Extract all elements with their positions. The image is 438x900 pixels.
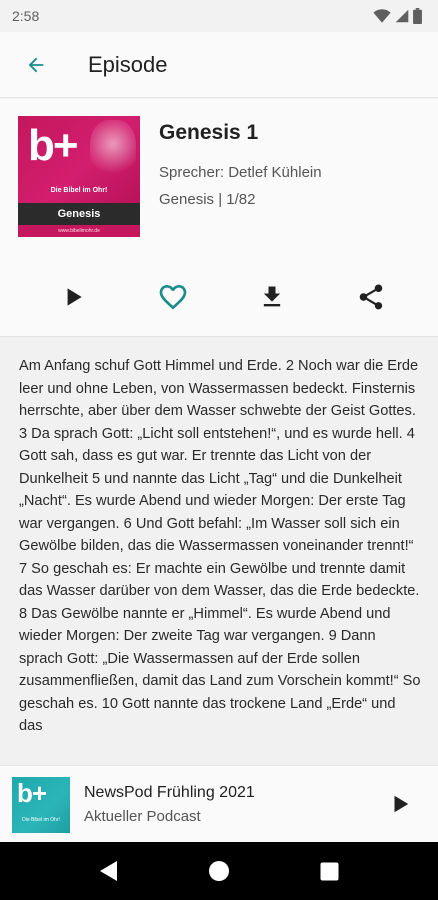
mini-player-play-button[interactable]: [384, 788, 416, 820]
back-triangle-icon: [100, 861, 117, 881]
play-icon: [394, 795, 409, 813]
download-button[interactable]: [252, 277, 292, 317]
mini-player-subtitle: Aktueller Podcast: [84, 808, 201, 825]
cover-footer: www.bibelimohr.de: [18, 225, 140, 237]
episode-header: b+ Die Bibel im Ohr! Genesis www.bibelim…: [0, 99, 438, 336]
share-icon: [359, 284, 383, 310]
mini-player-cover: b+ Die Bibel im Ohr!: [12, 777, 70, 833]
share-button[interactable]: [351, 277, 391, 317]
home-circle-icon: [209, 861, 229, 881]
status-time: 2:58: [12, 8, 40, 24]
mini-cover-subtitle: Die Bibel im Ohr!: [22, 817, 60, 823]
page-title: Episode: [88, 51, 168, 77]
wifi-icon: [373, 9, 391, 23]
episode-speaker: Sprecher: Detlef Kühlein: [159, 164, 322, 181]
cover-band-label: Genesis: [18, 203, 140, 225]
mini-cover-logo: b+: [17, 778, 47, 808]
status-bar: 2:58: [0, 0, 438, 32]
nav-back-button[interactable]: [94, 857, 124, 885]
nav-home-button[interactable]: [204, 857, 234, 885]
episode-cover-image: b+ Die Bibel im Ohr! Genesis www.bibelim…: [18, 116, 140, 237]
back-button[interactable]: [16, 45, 56, 85]
heart-outline-icon: [159, 285, 187, 310]
favorite-button[interactable]: [153, 277, 193, 317]
action-row: [0, 277, 438, 317]
play-icon: [67, 288, 82, 306]
system-nav-bar: [0, 842, 438, 900]
battery-icon: [413, 8, 422, 24]
episode-title: Genesis 1: [159, 121, 259, 144]
play-button[interactable]: [53, 277, 93, 317]
signal-icon: [395, 9, 409, 23]
mini-player[interactable]: b+ Die Bibel im Ohr! NewsPod Frühling 20…: [0, 765, 438, 842]
recents-square-icon: [320, 862, 338, 880]
download-icon: [263, 286, 281, 307]
cover-logo: b+: [28, 121, 79, 170]
app-bar: Episode: [0, 32, 438, 98]
mini-player-title: NewsPod Frühling 2021: [84, 784, 255, 801]
cover-subtitle: Die Bibel im Ohr!: [50, 187, 108, 194]
status-icons: [373, 8, 422, 24]
nav-recents-button[interactable]: [314, 857, 344, 885]
arrow-back-icon: [28, 57, 44, 72]
episode-meta: Genesis | 1/82: [159, 191, 256, 208]
episode-text: Am Anfang schuf Gott Himmel und Erde. 2 …: [19, 358, 421, 734]
episode-text-panel[interactable]: Am Anfang schuf Gott Himmel und Erde. 2 …: [0, 337, 438, 765]
